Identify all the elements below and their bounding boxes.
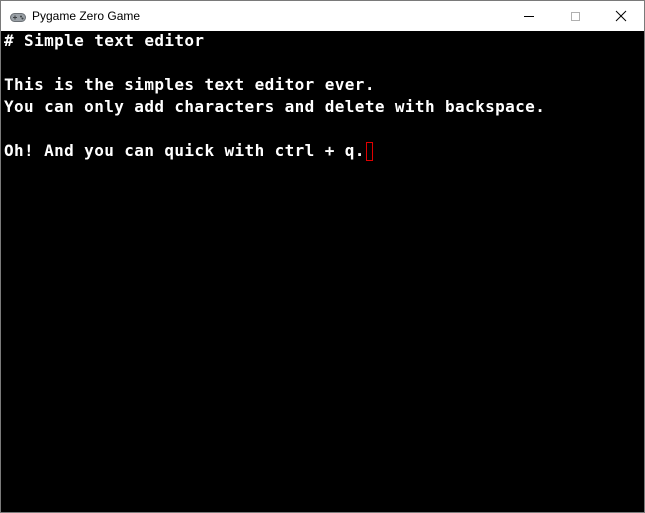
editor-line-2: This is the simples text editor ever. <box>4 75 375 94</box>
close-button[interactable] <box>598 1 644 31</box>
close-icon <box>615 10 627 22</box>
gamepad-icon <box>10 11 26 22</box>
minimize-icon <box>524 15 534 17</box>
app-window: Pygame Zero Game # Simple text editor Th… <box>0 0 645 513</box>
editor-line-4: Oh! And you can quick with ctrl + q. <box>4 141 373 161</box>
editor-line-4-text: Oh! And you can quick with ctrl + q. <box>4 141 365 160</box>
window-title: Pygame Zero Game <box>32 9 141 23</box>
editor-line-3: You can only add characters and delete w… <box>4 97 546 116</box>
editor-line-heading: # Simple text editor <box>4 31 205 50</box>
editor-canvas[interactable]: # Simple text editor This is the simples… <box>1 31 644 512</box>
title-bar[interactable]: Pygame Zero Game <box>1 1 644 31</box>
text-cursor <box>365 142 373 161</box>
maximize-icon <box>570 11 580 21</box>
minimize-button[interactable] <box>506 1 552 31</box>
maximize-button[interactable] <box>552 1 598 31</box>
